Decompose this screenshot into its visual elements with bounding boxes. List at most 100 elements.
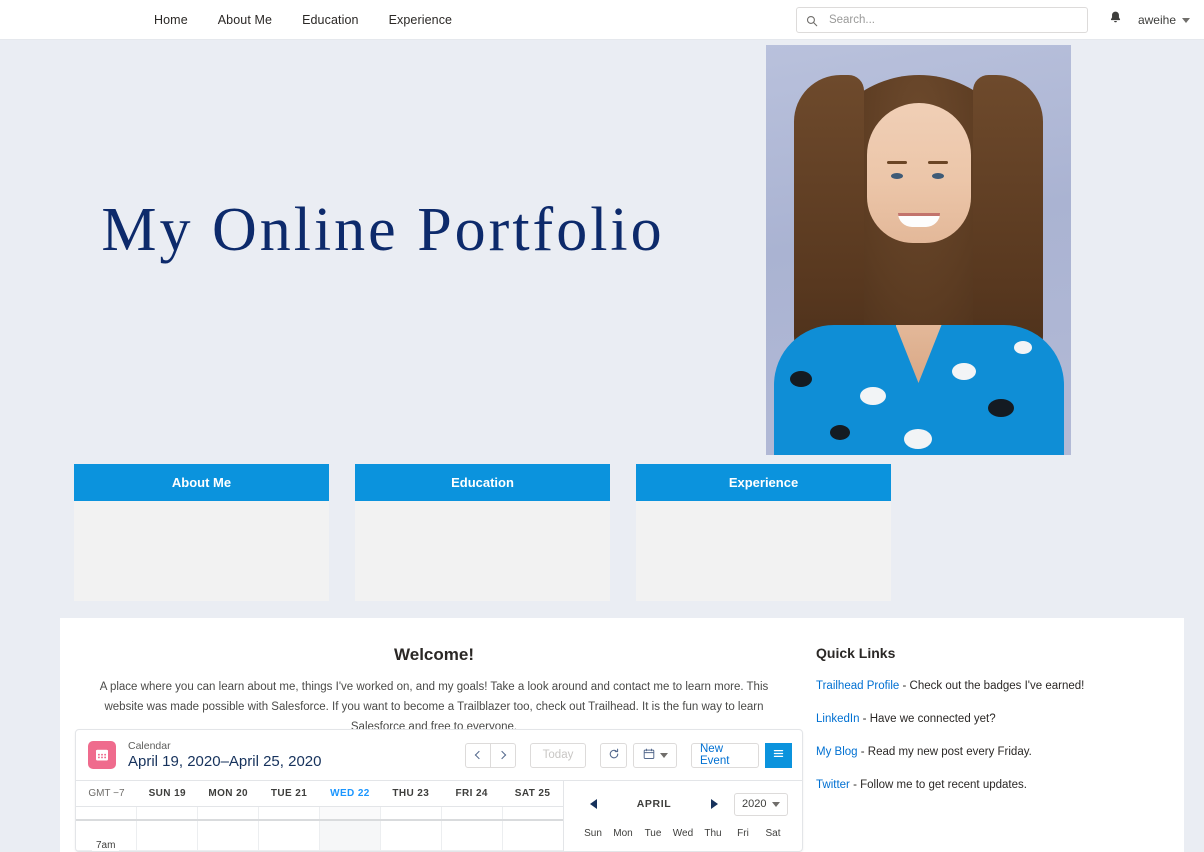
calendar-prev-button[interactable] bbox=[465, 742, 491, 768]
calendar-menu-button[interactable] bbox=[765, 742, 792, 768]
calendar-time-cell[interactable] bbox=[380, 821, 441, 851]
chevron-down-icon bbox=[772, 801, 780, 807]
calendar-next-button[interactable] bbox=[490, 742, 516, 768]
card-header-about-me[interactable]: About Me bbox=[74, 464, 329, 501]
calendar-day-header-thu[interactable]: THU 23 bbox=[380, 781, 441, 806]
user-menu-label: aweihe bbox=[1137, 13, 1176, 27]
calendar-grid: GMT −7 SUN 19 MON 20 TUE 21 WED 22 THU 2… bbox=[76, 780, 802, 851]
nav-link-about-me[interactable]: About Me bbox=[218, 13, 272, 27]
calendar-time-cell[interactable] bbox=[502, 821, 563, 851]
chevron-down-icon bbox=[659, 752, 668, 758]
new-event-button[interactable]: New Event bbox=[691, 742, 759, 768]
calendar-time-cell[interactable] bbox=[136, 821, 197, 851]
quick-link-text-trailhead: - Check out the badges I've earned! bbox=[899, 680, 1085, 692]
nav-link-home[interactable]: Home bbox=[154, 13, 188, 27]
calendar-allday-cell[interactable] bbox=[258, 807, 319, 819]
card-body-education bbox=[355, 501, 610, 601]
quick-links-section: Quick Links Trailhead Profile - Check ou… bbox=[816, 618, 1184, 793]
calendar-allday-cell[interactable] bbox=[502, 807, 563, 819]
bell-icon bbox=[1108, 10, 1123, 30]
calendar-allday-cell[interactable] bbox=[197, 807, 258, 819]
nav-links: Home About Me Education Experience bbox=[154, 13, 452, 27]
calendar-today-button[interactable]: Today bbox=[530, 742, 586, 768]
calendar-card: Calendar April 19, 2020–April 25, 2020 T… bbox=[75, 729, 803, 852]
calendar-day-header-wed[interactable]: WED 22 bbox=[320, 781, 381, 806]
calendar-allday-cell[interactable] bbox=[136, 807, 197, 819]
calendar-day-header-tue[interactable]: TUE 21 bbox=[259, 781, 320, 806]
welcome-body: A place where you can learn about me, th… bbox=[99, 681, 769, 733]
calendar-icon bbox=[88, 741, 116, 769]
quick-link-item-trailhead: Trailhead Profile - Check out the badges… bbox=[816, 678, 1184, 694]
profile-photo bbox=[766, 45, 1071, 455]
nav-link-experience[interactable]: Experience bbox=[389, 13, 453, 27]
calendar-refresh-button[interactable] bbox=[600, 742, 627, 768]
nav-right-group: aweihe bbox=[795, 0, 1204, 40]
card-header-education[interactable]: Education bbox=[355, 464, 610, 501]
calendar-day-header-sun[interactable]: SUN 19 bbox=[137, 781, 198, 806]
calendar-nav-group bbox=[465, 742, 516, 768]
mini-calendar-year-select[interactable]: 2020 bbox=[734, 792, 788, 816]
calendar-time-label: 7am bbox=[92, 840, 120, 851]
quick-link-twitter[interactable]: Twitter bbox=[816, 779, 850, 791]
calendar-day-header-mon[interactable]: MON 20 bbox=[198, 781, 259, 806]
chevron-down-icon bbox=[1182, 17, 1190, 23]
mini-calendar-dow-thu: Thu bbox=[704, 828, 722, 839]
search-icon bbox=[806, 14, 818, 27]
user-menu[interactable]: aweihe bbox=[1138, 13, 1190, 27]
calendar-time-cell[interactable] bbox=[441, 821, 502, 851]
search-input[interactable] bbox=[826, 8, 1087, 32]
chevron-right-icon bbox=[497, 750, 507, 760]
mini-calendar-dow-mon: Mon bbox=[613, 828, 633, 839]
quick-link-text-linkedin: - Have we connected yet? bbox=[859, 713, 996, 725]
notifications-button[interactable] bbox=[1102, 6, 1130, 34]
calendar-time-cell[interactable] bbox=[258, 821, 319, 851]
mini-calendar-dow-tue: Tue bbox=[644, 828, 662, 839]
chevron-left-icon bbox=[474, 750, 484, 760]
calendar-allday-cell[interactable] bbox=[441, 807, 502, 819]
calendar-allday-cell[interactable] bbox=[319, 807, 380, 819]
calendar-view-dropdown[interactable] bbox=[633, 742, 677, 768]
calendar-toolbar: Today New Event bbox=[465, 742, 792, 768]
calendar-allday-cell[interactable] bbox=[380, 807, 441, 819]
calendar-time-gutter: 7am bbox=[76, 821, 136, 851]
triangle-right-icon[interactable] bbox=[711, 799, 718, 809]
section-cards: About Me Education Experience bbox=[74, 464, 1130, 604]
mini-calendar-year-value: 2020 bbox=[742, 798, 767, 810]
calendar-day-header-sat[interactable]: SAT 25 bbox=[502, 781, 563, 806]
quick-link-blog[interactable]: My Blog bbox=[816, 746, 858, 758]
welcome-column: Welcome! A place where you can learn abo… bbox=[60, 618, 808, 737]
calendar-view-icon bbox=[643, 748, 655, 763]
calendar-header: Calendar April 19, 2020–April 25, 2020 T… bbox=[76, 730, 802, 780]
calendar-time-cell[interactable] bbox=[319, 821, 380, 851]
calendar-week-pane: GMT −7 SUN 19 MON 20 TUE 21 WED 22 THU 2… bbox=[76, 781, 564, 851]
calendar-date-range: April 19, 2020–April 25, 2020 bbox=[128, 752, 322, 770]
card-experience: Experience bbox=[636, 464, 891, 604]
card-header-experience[interactable]: Experience bbox=[636, 464, 891, 501]
hamburger-menu-icon bbox=[772, 747, 785, 763]
calendar-action-group: New Event bbox=[691, 742, 792, 768]
mini-calendar-month: APRIL bbox=[636, 798, 672, 810]
calendar-week-header: GMT −7 SUN 19 MON 20 TUE 21 WED 22 THU 2… bbox=[76, 781, 563, 806]
mini-calendar-dow-sat: Sat bbox=[765, 828, 781, 839]
calendar-day-header-fri[interactable]: FRI 24 bbox=[441, 781, 502, 806]
mini-calendar-dow-sun: Sun bbox=[584, 828, 602, 839]
refresh-icon bbox=[608, 748, 620, 763]
calendar-time-row: 7am bbox=[76, 821, 563, 851]
card-body-experience bbox=[636, 501, 891, 601]
nav-link-education[interactable]: Education bbox=[302, 13, 359, 27]
card-about-me: About Me bbox=[74, 464, 329, 604]
page-title: My Online Portfolio bbox=[101, 196, 665, 264]
top-navigation-bar: Home About Me Education Experience Searc… bbox=[0, 0, 1204, 40]
calendar-subtitle: Calendar bbox=[128, 739, 171, 752]
triangle-left-icon[interactable] bbox=[590, 799, 597, 809]
calendar-time-cell[interactable] bbox=[197, 821, 258, 851]
quick-link-item-blog: My Blog - Read my new post every Friday. bbox=[816, 744, 1184, 760]
welcome-title: Welcome! bbox=[394, 645, 474, 664]
quick-links-title: Quick Links bbox=[816, 645, 896, 661]
quick-link-linkedin[interactable]: LinkedIn bbox=[816, 713, 859, 725]
mini-calendar-nav: APRIL 2020 bbox=[578, 792, 788, 816]
quick-link-text-twitter: - Follow me to get recent updates. bbox=[849, 779, 1027, 791]
mini-calendar-dow-wed: Wed bbox=[672, 828, 694, 839]
quick-link-trailhead[interactable]: Trailhead Profile bbox=[816, 680, 899, 692]
search-box[interactable] bbox=[795, 7, 1088, 33]
